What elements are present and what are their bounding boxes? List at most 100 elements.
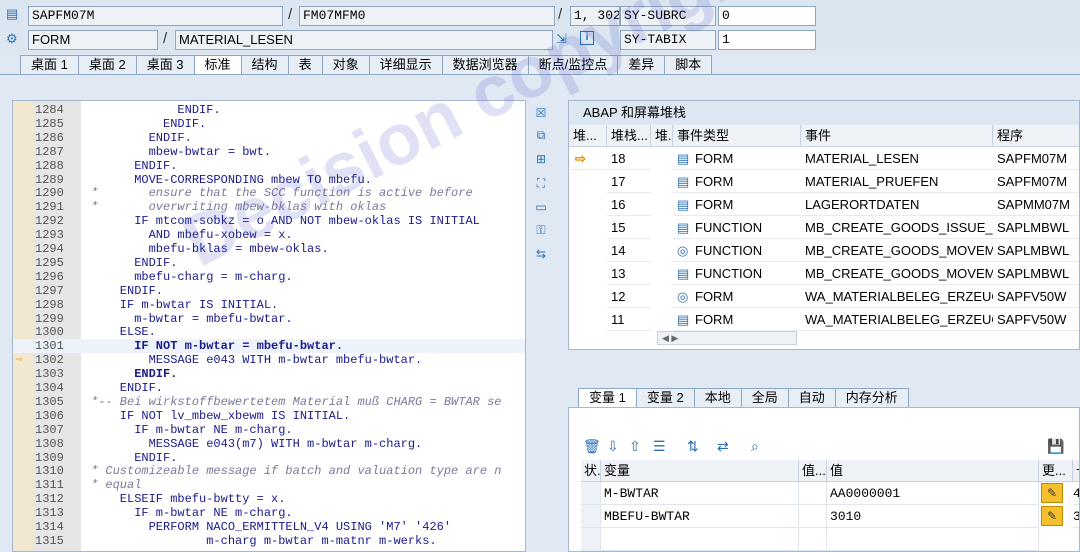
stack-column-header[interactable]: 堆栈... xyxy=(607,125,651,147)
code-line[interactable]: 1290 * ensure that the SCC function is ac… xyxy=(13,186,525,200)
stack-event[interactable]: LAGERORTDATEN xyxy=(801,193,993,216)
code-line[interactable]: 1292 IF mtcom-sobkz = o AND NOT mbew-okl… xyxy=(13,214,525,228)
stack-event[interactable]: WA_MATERIALBELEG_ERZEUG... xyxy=(801,308,993,331)
tab-详细显示[interactable]: 详细显示 xyxy=(368,55,443,74)
tab-桌面 2[interactable]: 桌面 2 xyxy=(77,55,137,74)
code-line[interactable]: 1286 ENDIF. xyxy=(13,131,525,145)
info-icon[interactable]: i xyxy=(580,31,594,45)
event-name-field[interactable]: MATERIAL_LESEN xyxy=(175,30,553,50)
code-line[interactable]: 1306 IF NOT lv_mbew_xbewm IS INITIAL. xyxy=(13,409,525,423)
transfer-icon[interactable]: ⇄ xyxy=(717,438,729,455)
sysfield1-name[interactable]: SY-SUBRC xyxy=(620,6,716,26)
sysfield1-value[interactable]: 0 xyxy=(718,6,816,26)
source-code-editor[interactable]: 1284 ENDIF. 1285 ENDIF. 1286 ENDIF. 1287 mb… xyxy=(12,100,526,552)
settings-icon[interactable]: ⚿ xyxy=(533,222,549,238)
tab-结构[interactable]: 结构 xyxy=(240,55,289,74)
variable-value[interactable]: AA0000001 xyxy=(827,482,1039,505)
code-line[interactable]: 1297 ENDIF. xyxy=(13,284,525,298)
list-icon[interactable]: ☰ xyxy=(653,438,666,455)
save-icon[interactable]: 💾 xyxy=(1047,438,1064,455)
code-line[interactable]: 1315 m-charg m-bwtar m-matnr m-werks. xyxy=(13,534,525,548)
close-icon[interactable]: ☒ xyxy=(533,105,549,121)
variable-column-header[interactable]: 值... xyxy=(799,460,827,482)
code-line[interactable]: 1288 ENDIF. xyxy=(13,159,525,173)
split-icon[interactable]: ⊞ xyxy=(533,151,549,167)
new-window-icon[interactable]: ⧉ xyxy=(533,127,549,143)
tab-标准[interactable]: 标准 xyxy=(193,55,242,75)
stack-event[interactable]: MB_CREATE_GOODS_MOVEME... xyxy=(801,239,993,262)
import-icon[interactable]: ⇩ xyxy=(607,438,619,455)
code-line[interactable]: 1313 IF m-bwtar NE m-charg. xyxy=(13,506,525,520)
stack-column-header[interactable]: 事件 xyxy=(801,125,993,147)
code-line[interactable]: 1295 ENDIF. xyxy=(13,256,525,270)
event-type-field[interactable]: FORM xyxy=(28,30,158,50)
export-icon[interactable]: ⇧ xyxy=(629,438,641,455)
layout-icon[interactable]: ▭ xyxy=(533,199,549,215)
swap-icon[interactable]: ⇆ xyxy=(533,246,549,262)
code-line[interactable]: 1299 m-bwtar = mbefu-bwtar. xyxy=(13,312,525,326)
var-tab-5[interactable]: 自动 xyxy=(787,388,836,407)
var-tab-2[interactable]: 变量 2 xyxy=(635,388,695,407)
include-field[interactable]: FM07MFM0 xyxy=(299,6,555,26)
maximize-icon[interactable]: ⛶ xyxy=(533,175,549,191)
stack-column-header[interactable]: 堆... xyxy=(651,125,673,147)
stack-event[interactable]: MB_CREATE_GOODS_ISSUE_I... xyxy=(801,216,993,239)
code-line[interactable]: 1294 mbefu-bklas = mbew-oklas. xyxy=(13,242,525,256)
code-line[interactable]: 1300 ELSE. xyxy=(13,325,525,339)
tab-桌面 1[interactable]: 桌面 1 xyxy=(20,55,79,74)
var-tab-3[interactable]: 本地 xyxy=(693,388,742,407)
variable-column-header[interactable]: 十 xyxy=(1073,460,1079,482)
sysfield2-value[interactable]: 1 xyxy=(718,30,816,50)
code-line[interactable]: 1298 IF m-bwtar IS INITIAL. xyxy=(13,298,525,312)
var-tab-1[interactable]: 变量 1 xyxy=(578,388,637,407)
code-line[interactable]: 1301 IF NOT m-bwtar = mbefu-bwtar. xyxy=(13,339,525,354)
code-line[interactable]: 1310 * Customizeable message if batch and… xyxy=(13,464,525,478)
tab-对象[interactable]: 对象 xyxy=(321,55,370,74)
code-line[interactable]: 1296 mbefu-charg = m-charg. xyxy=(13,270,525,284)
variable-name-input[interactable]: MBEFU-BWTAR xyxy=(601,505,799,528)
code-line[interactable]: 1309 ENDIF. xyxy=(13,451,525,465)
code-line[interactable]: 1287 mbew-bwtar = bwt. xyxy=(13,145,525,159)
stack-column-header[interactable]: 堆... xyxy=(569,125,607,147)
code-line[interactable]: 1314 PERFORM NACO_ERMITTELN_V4 USING 'M7… xyxy=(13,520,525,534)
code-line[interactable]: 1303 ENDIF. xyxy=(13,367,525,381)
edit-pencil-icon[interactable]: ✎ xyxy=(1041,506,1063,526)
tab-脚本[interactable]: 脚本 xyxy=(664,55,713,74)
navigate-icon[interactable]: ⇲ xyxy=(556,31,567,47)
line-info-field[interactable]: 1, 302 xyxy=(570,6,620,26)
var-tab-4[interactable]: 全局 xyxy=(740,388,789,407)
code-line[interactable]: 1307 IF m-bwtar NE m-charg. xyxy=(13,423,525,437)
variable-column-header[interactable]: 值 xyxy=(827,460,1039,482)
variable-column-header[interactable]: 变量 xyxy=(601,460,799,482)
stack-column-header[interactable]: 程序 xyxy=(993,125,1079,147)
variable-column-header[interactable]: 状... xyxy=(581,460,601,482)
delete-icon[interactable]: 🗑 xyxy=(583,438,601,455)
find-icon[interactable]: ⌕ xyxy=(751,438,759,455)
code-line[interactable]: 1284 ENDIF. xyxy=(13,103,525,117)
variable-value[interactable]: 3010 xyxy=(827,505,1039,528)
edit-pencil-icon[interactable]: ✎ xyxy=(1041,483,1063,503)
stack-event[interactable]: WA_MATERIALBELEG_ERZEUG... xyxy=(801,285,993,308)
code-line[interactable]: 1308 MESSAGE e043(m7) WITH m-bwtar m-cha… xyxy=(13,437,525,451)
stack-event[interactable]: MB_CREATE_GOODS_MOVEME... xyxy=(801,262,993,285)
stack-event[interactable]: MATERIAL_LESEN xyxy=(801,147,993,170)
variable-name-input[interactable] xyxy=(601,528,799,551)
tab-差异[interactable]: 差异 xyxy=(617,55,666,74)
code-line[interactable]: 1289 MOVE-CORRESPONDING mbew TO mbefu. xyxy=(13,173,525,187)
variable-name-input[interactable]: M-BWTAR xyxy=(601,482,799,505)
tab-桌面 3[interactable]: 桌面 3 xyxy=(135,55,195,74)
code-line[interactable]: 1312 ELSEIF mbefu-bwtty = x. xyxy=(13,492,525,506)
var-tab-6[interactable]: 内存分析 xyxy=(834,388,909,407)
stack-event[interactable]: MATERIAL_PRUEFEN xyxy=(801,170,993,193)
code-line[interactable]: 1293 AND mbefu-xobew = x. xyxy=(13,228,525,242)
tab-断点/监控点[interactable]: 断点/监控点 xyxy=(527,55,619,74)
sort-icon[interactable]: ⇅ xyxy=(687,438,699,455)
code-line[interactable]: 1291 * overwriting mbew-bklas with oklas xyxy=(13,200,525,214)
program-field[interactable]: SAPFM07M xyxy=(28,6,283,26)
code-line[interactable]: 1304 ENDIF. xyxy=(13,381,525,395)
code-line[interactable]: 1302 MESSAGE e043 WITH m-bwtar mbefu-bwt… xyxy=(13,353,525,367)
tab-表[interactable]: 表 xyxy=(287,55,323,74)
sysfield2-name[interactable]: SY-TABIX xyxy=(620,30,716,50)
variable-value[interactable] xyxy=(827,528,1039,551)
code-line[interactable]: 1311 * equal xyxy=(13,478,525,492)
